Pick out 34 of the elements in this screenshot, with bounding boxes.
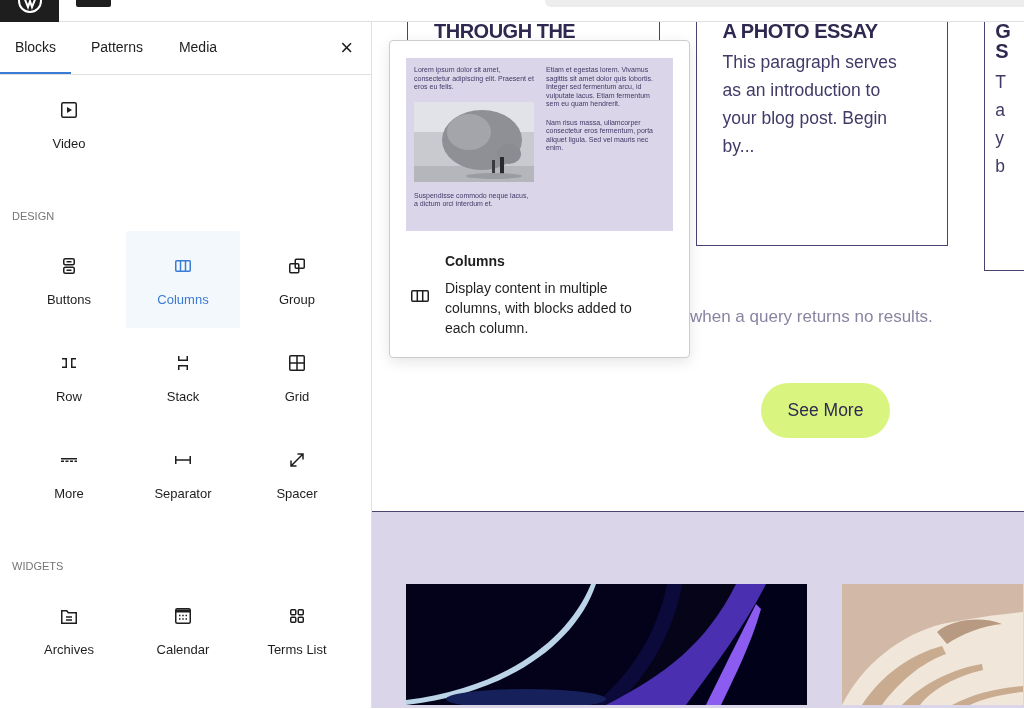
block-item[interactable]: More [12, 425, 126, 522]
block-item[interactable]: Group [240, 231, 354, 328]
toolbar-button[interactable] [76, 0, 111, 7]
post-excerpt: b [995, 155, 1006, 178]
block-item[interactable]: Terms List [240, 581, 354, 678]
block-item[interactable]: Columns [126, 231, 240, 328]
close-button[interactable]: × [338, 37, 355, 59]
block-item[interactable]: Video [12, 75, 126, 172]
tab[interactable]: Media [163, 22, 233, 74]
block-description: Display content in multiple columns, with blocks added to each column. [445, 279, 633, 338]
block-title: Columns [445, 253, 506, 269]
tab[interactable]: Patterns [71, 22, 163, 74]
post-excerpt: T [995, 71, 1007, 94]
block-item[interactable]: Spacer [240, 425, 354, 522]
section-heading: WIDGETS [12, 559, 65, 574]
block-item[interactable]: Calendar [126, 581, 240, 678]
post-title: A PHOTO ESSAY [722, 22, 879, 40]
logo-button[interactable] [0, 0, 59, 22]
no-results-text: when a query returns no results. [690, 307, 933, 327]
section-heading: DESIGN [12, 209, 56, 224]
post-title: G [995, 22, 1012, 40]
post-title: S [995, 42, 1010, 60]
block-item[interactable]: Buttons [12, 231, 126, 328]
block-item[interactable]: Stack [126, 328, 240, 425]
post-excerpt: This paragraph serves as an introduction to your blog post. Begin by... [722, 51, 898, 158]
block-item[interactable]: Separator [126, 425, 240, 522]
block-item[interactable]: Archives [12, 581, 126, 678]
post-title: THROUGH THE [434, 22, 577, 40]
tab[interactable]: Blocks [0, 22, 71, 74]
block-item[interactable]: Row [12, 328, 126, 425]
block-item[interactable]: Grid [240, 328, 354, 425]
post-excerpt: y [995, 127, 1005, 150]
post-excerpt: a [995, 99, 1006, 122]
see-more-button[interactable]: See More [761, 383, 890, 438]
